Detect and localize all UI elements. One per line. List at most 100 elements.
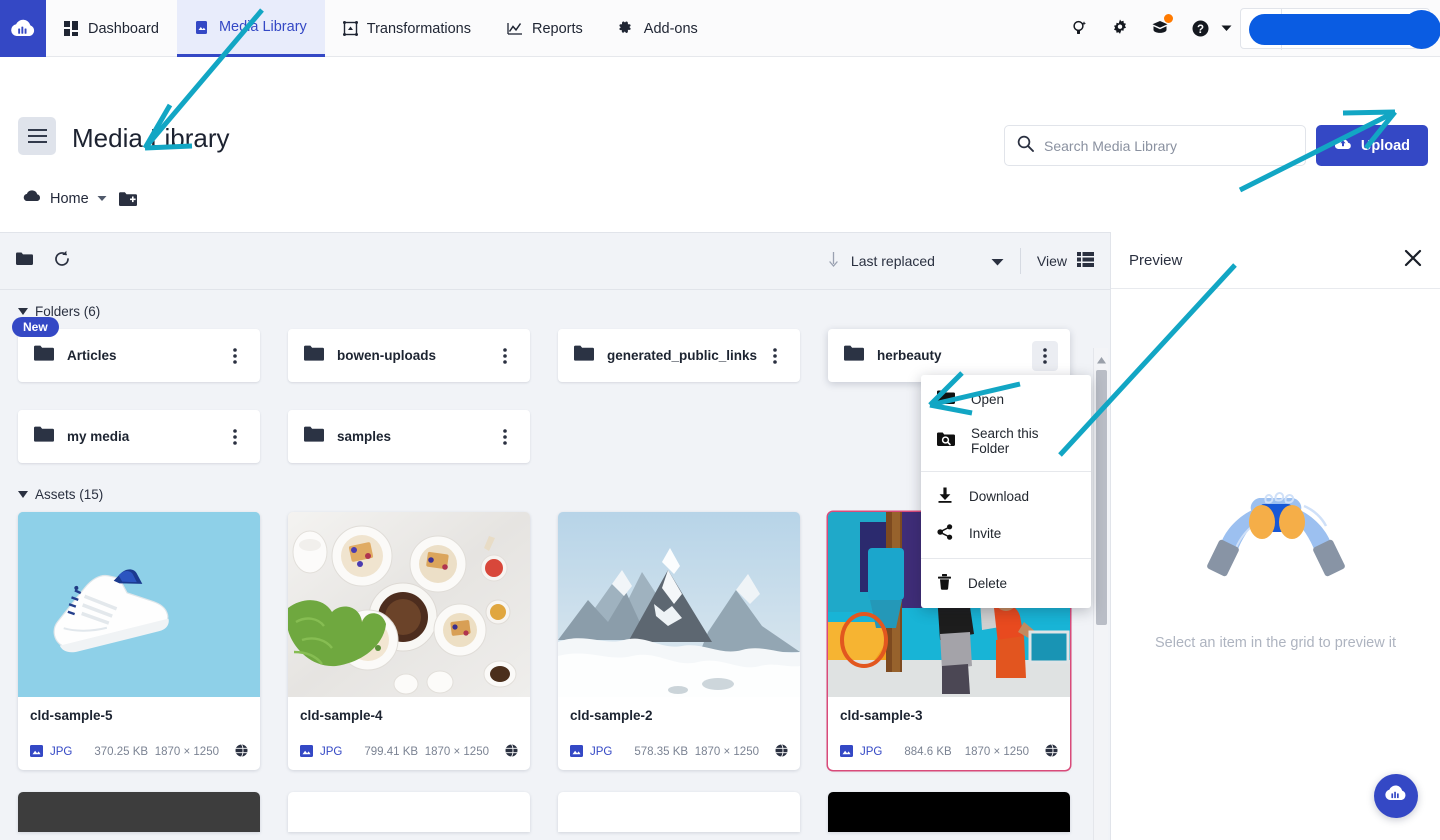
folder-icon <box>844 345 864 366</box>
list-view-icon[interactable] <box>1077 252 1094 270</box>
asset-name: cld-sample-5 <box>30 708 113 723</box>
download-icon <box>937 487 953 506</box>
asset-card[interactable] <box>828 792 1070 832</box>
account-menu[interactable] <box>1240 7 1440 50</box>
folder-kebab-menu-icon[interactable] <box>762 341 788 371</box>
globe-public-icon <box>775 744 788 760</box>
scroll-up-arrow-icon[interactable] <box>1097 351 1106 369</box>
preview-title: Preview <box>1129 251 1183 269</box>
account-redaction-overlay <box>1249 9 1440 49</box>
folder-card-my-media[interactable]: my media <box>18 410 260 463</box>
close-icon[interactable] <box>1404 249 1422 271</box>
folder-card-samples[interactable]: samples <box>288 410 530 463</box>
context-menu-label: Delete <box>968 576 1008 591</box>
share-icon <box>937 524 953 543</box>
assets-grid-next-row <box>18 792 1096 832</box>
nav-item-media-library[interactable]: Media Library <box>176 0 325 57</box>
asset-metadata: cld-sample-5 JPG 370.25 KB 1870 × 1250 <box>18 697 260 770</box>
context-menu-item-open[interactable]: Open <box>921 381 1091 417</box>
search-input[interactable] <box>1044 137 1293 154</box>
help-question-icon[interactable]: ? <box>1182 10 1218 46</box>
asset-name: cld-sample-2 <box>570 708 653 723</box>
folder-kebab-menu-icon[interactable] <box>222 422 248 452</box>
breadcrumb-home[interactable]: Home <box>50 191 89 207</box>
context-menu-item-invite[interactable]: Invite <box>921 515 1091 552</box>
search-icon <box>1017 135 1034 157</box>
folder-icon <box>574 345 594 366</box>
asset-size: 578.35 KB <box>634 746 689 758</box>
asset-size: 799.41 KB <box>364 746 419 758</box>
idea-bulb-icon[interactable] <box>1062 10 1098 46</box>
new-folder-icon[interactable] <box>118 191 137 207</box>
upload-button[interactable]: Upload <box>1315 125 1428 166</box>
asset-card[interactable] <box>18 792 260 832</box>
preview-empty-text: Select an item in the grid to preview it <box>1155 635 1396 651</box>
folder-kebab-menu-icon[interactable] <box>492 422 518 452</box>
sort-label: Last replaced <box>850 253 935 269</box>
help-menu[interactable]: ? <box>1182 10 1236 46</box>
settings-gear-icon[interactable] <box>1102 10 1138 46</box>
folder-kebab-menu-icon[interactable] <box>492 341 518 371</box>
folder-kebab-menu-icon[interactable] <box>222 341 248 371</box>
view-control[interactable]: View <box>1037 252 1094 270</box>
dashboard-icon <box>64 21 79 36</box>
chevron-down-icon <box>18 308 28 315</box>
nav-label-media-library: Media Library <box>218 19 307 35</box>
asset-name: cld-sample-4 <box>300 708 383 723</box>
nav-item-add-ons[interactable]: Add-ons <box>601 0 716 57</box>
folder-name: herbeauty <box>877 348 942 363</box>
folder-name: bowen-uploads <box>337 348 436 363</box>
folder-icon[interactable] <box>16 252 33 271</box>
folder-icon <box>34 426 54 447</box>
asset-card[interactable]: cld-sample-5 JPG 370.25 KB 1870 × 1250 <box>18 512 260 770</box>
refresh-icon[interactable] <box>53 250 71 273</box>
asset-info-row: JPG 799.41 KB 1870 × 1250 <box>300 744 518 760</box>
grid-scrollbar[interactable] <box>1093 348 1108 840</box>
context-menu-item-search-this-folder[interactable]: Search this Folder <box>921 417 1091 465</box>
asset-dimensions: 1870 × 1250 <box>424 746 489 758</box>
cloudinary-logo-icon[interactable] <box>0 0 46 57</box>
folders-section-header[interactable]: Folders (6) <box>18 304 1096 319</box>
asset-card[interactable] <box>288 792 530 832</box>
context-menu-divider <box>921 471 1091 472</box>
breadcrumb-chevron-down-icon[interactable] <box>97 195 107 202</box>
folder-name: generated_public_links <box>607 348 758 363</box>
sort-control[interactable]: Last replaced <box>828 252 1004 270</box>
nav-item-transformations[interactable]: Transformations <box>325 0 489 57</box>
asset-info-row: JPG 370.25 KB 1870 × 1250 <box>30 744 248 760</box>
asset-card[interactable] <box>558 792 800 832</box>
asset-card[interactable]: cld-sample-2 JPG 578.35 KB 1870 × 1250 <box>558 512 800 770</box>
asset-card[interactable]: cld-sample-4 JPG 799.41 KB 1870 × 1250 <box>288 512 530 770</box>
globe-public-icon <box>505 744 518 760</box>
context-menu-divider <box>921 558 1091 559</box>
folder-card-bowen-uploads[interactable]: bowen-uploads <box>288 329 530 382</box>
learning-hub-icon[interactable] <box>1142 10 1178 46</box>
add-ons-icon <box>619 21 635 37</box>
binoculars-illustration <box>1196 478 1356 595</box>
scrollbar-thumb[interactable] <box>1096 370 1107 625</box>
nav-item-dashboard[interactable]: Dashboard <box>46 0 177 57</box>
hamburger-menu-icon[interactable] <box>18 117 56 155</box>
nav-label-transformations: Transformations <box>366 20 471 37</box>
nav-item-reports[interactable]: Reports <box>489 0 601 57</box>
upload-button-label: Upload <box>1360 137 1410 154</box>
nav-items: Dashboard Media Library Transformations … <box>46 0 716 57</box>
nav-label-reports: Reports <box>532 20 583 37</box>
asset-metadata: cld-sample-3 JPG 884.6 KB 1870 × 1250 <box>828 697 1070 770</box>
cloudinary-support-fab[interactable] <box>1374 774 1418 818</box>
folder-card-articles[interactable]: New Articles <box>12 317 260 382</box>
media-library-app: Dashboard Media Library Transformations … <box>0 0 1440 840</box>
folder-kebab-menu-icon[interactable] <box>1032 340 1058 371</box>
context-menu-item-delete[interactable]: Delete <box>921 565 1091 602</box>
preview-panel: Preview Select an item in the grid to pr… <box>1110 232 1440 840</box>
context-menu-label: Search this Folder <box>971 426 1039 456</box>
folder-card-generated-public-links[interactable]: generated_public_links <box>558 329 800 382</box>
search-media-library[interactable] <box>1004 125 1306 166</box>
folder-icon <box>34 345 54 366</box>
cloud-icon <box>22 189 42 208</box>
folder-name: Articles <box>67 348 117 363</box>
chevron-down-icon <box>1221 25 1232 31</box>
sort-chevron-down-icon[interactable] <box>991 253 1004 269</box>
page-header: Media Library Home Upload <box>0 57 1440 232</box>
context-menu-item-download[interactable]: Download <box>921 478 1091 515</box>
